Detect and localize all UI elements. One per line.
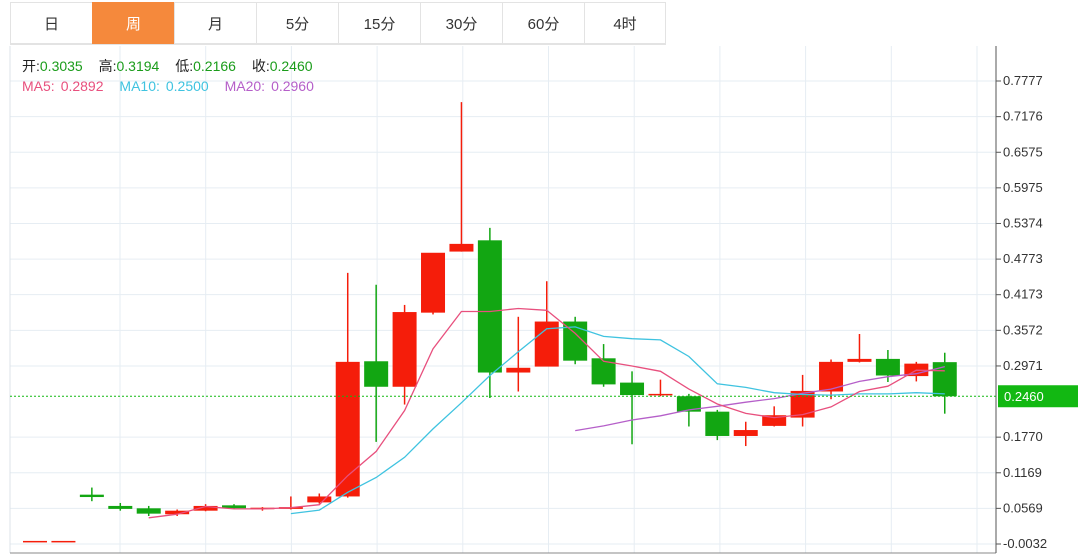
candle-body (108, 505, 133, 509)
ma10-line (290, 326, 945, 515)
candle-body (392, 312, 417, 387)
y-tick-label: 0.1169 (1003, 465, 1042, 480)
candle-body (421, 252, 446, 313)
grid (9, 46, 996, 554)
y-tick-label: 0.5374 (1003, 215, 1043, 230)
candle-body (620, 382, 645, 396)
close-label: 收: (251, 58, 270, 74)
y-tick-label: 0.4173 (1003, 287, 1043, 302)
candle-body (705, 411, 730, 436)
candle-body (364, 361, 389, 387)
y-tick-label: 0.4773 (1003, 251, 1043, 266)
ma5-value: 0.2892 (60, 78, 104, 94)
high-label: 高: (98, 58, 117, 74)
open-label: 开: (22, 58, 40, 74)
y-tick-label: 0.6575 (1003, 144, 1043, 159)
open-value: 0.3035 (39, 58, 83, 74)
y-tick-label: 0.3572 (1003, 322, 1043, 337)
y-tick-label: 0.7777 (1003, 73, 1043, 88)
high-value: 0.3194 (116, 58, 160, 74)
candle-body (477, 240, 502, 373)
y-tick-label: 0.7176 (1003, 109, 1043, 124)
close-value: 0.2460 (269, 58, 313, 74)
y-tick-label: -0.0032 (1003, 536, 1047, 551)
last-price-label: 0.2460 (1004, 389, 1044, 404)
y-tick-label: 0.1770 (1003, 429, 1043, 444)
candle-body (449, 243, 474, 252)
ohlc-readout: 开:0.3035 高:0.3194 低:0.2166 收:0.2460 (22, 56, 313, 76)
ma20-value: 0.2960 (271, 78, 314, 94)
low-value: 0.2166 (193, 58, 236, 74)
candles (23, 102, 957, 543)
candle-body (136, 508, 161, 514)
candle-body (733, 430, 758, 436)
low-label: 低: (175, 58, 194, 74)
ma20-label: MA20: (224, 78, 266, 94)
ma10-label: MA10: (119, 78, 160, 94)
ma10-value: 0.2500 (165, 78, 209, 94)
candle-body (875, 358, 900, 376)
ma5-label: MA5: (22, 78, 55, 94)
y-tick-label: 0.5975 (1003, 180, 1043, 195)
ma-readout: MA5: 0.2892 MA10: 0.2500 MA20: 0.2960 (22, 78, 314, 94)
candle-body (847, 358, 872, 362)
y-axis: 0.7777 0.7176 0.6575 0.5975 0.5374 0.4773 0.41… (10, 46, 1078, 553)
y-tick-label: 0.2971 (1003, 358, 1043, 373)
candle-body (506, 367, 531, 373)
candle-body (23, 540, 47, 543)
ma20-line (575, 365, 945, 432)
candle-body (79, 494, 104, 498)
y-tick-label: 0.0569 (1003, 500, 1043, 515)
candle-body (648, 393, 673, 396)
candle-body (51, 540, 76, 543)
candle-body (307, 496, 332, 503)
